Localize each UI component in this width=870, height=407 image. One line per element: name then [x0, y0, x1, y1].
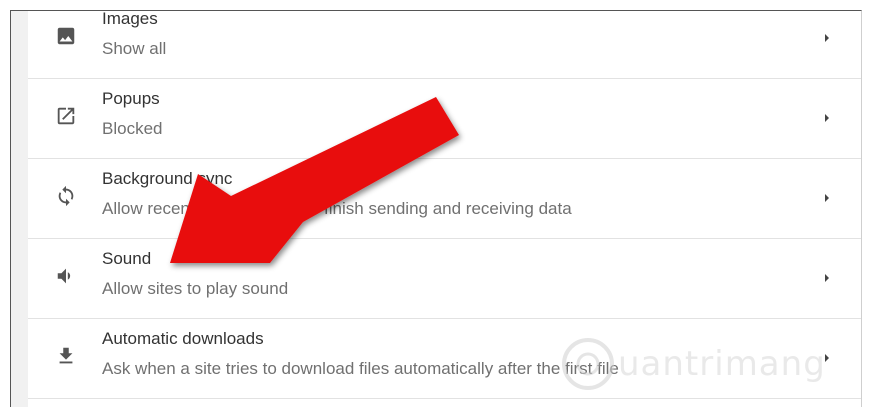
open-in-new-icon: [55, 105, 77, 127]
settings-row-images[interactable]: Images Show all: [28, 10, 861, 79]
settings-row-automatic-downloads[interactable]: Automatic downloads Ask when a site trie…: [28, 319, 861, 399]
settings-panel: Images Show all Popups Blocked Backgroun…: [10, 10, 862, 407]
site-settings-list: Images Show all Popups Blocked Backgroun…: [28, 10, 861, 407]
sync-icon: [55, 185, 77, 207]
row-title: Automatic downloads: [102, 329, 264, 348]
row-subtitle: Blocked: [102, 119, 163, 138]
row-title: Images: [102, 10, 158, 28]
image-icon: [55, 25, 77, 47]
chevron-right-icon[interactable]: [821, 351, 833, 365]
row-subtitle: Allow recently closed sites to finish se…: [102, 199, 572, 218]
chevron-right-icon[interactable]: [821, 111, 833, 125]
row-title: Background sync: [102, 169, 233, 188]
row-title: Popups: [102, 89, 160, 108]
row-subtitle: Ask when a site tries to download files …: [102, 359, 619, 378]
download-icon: [55, 345, 77, 367]
row-subtitle: Show all: [102, 39, 167, 58]
chevron-right-icon[interactable]: [821, 271, 833, 285]
chevron-right-icon[interactable]: [821, 31, 833, 45]
settings-row-background-sync[interactable]: Background sync Allow recently closed si…: [28, 159, 861, 239]
row-title: Sound: [102, 249, 152, 268]
settings-row-sound[interactable]: Sound Allow sites to play sound: [28, 239, 861, 319]
row-subtitle: Allow sites to play sound: [102, 279, 289, 298]
volume-icon: [55, 265, 77, 287]
chevron-right-icon[interactable]: [821, 191, 833, 205]
settings-row-popups[interactable]: Popups Blocked: [28, 79, 861, 159]
